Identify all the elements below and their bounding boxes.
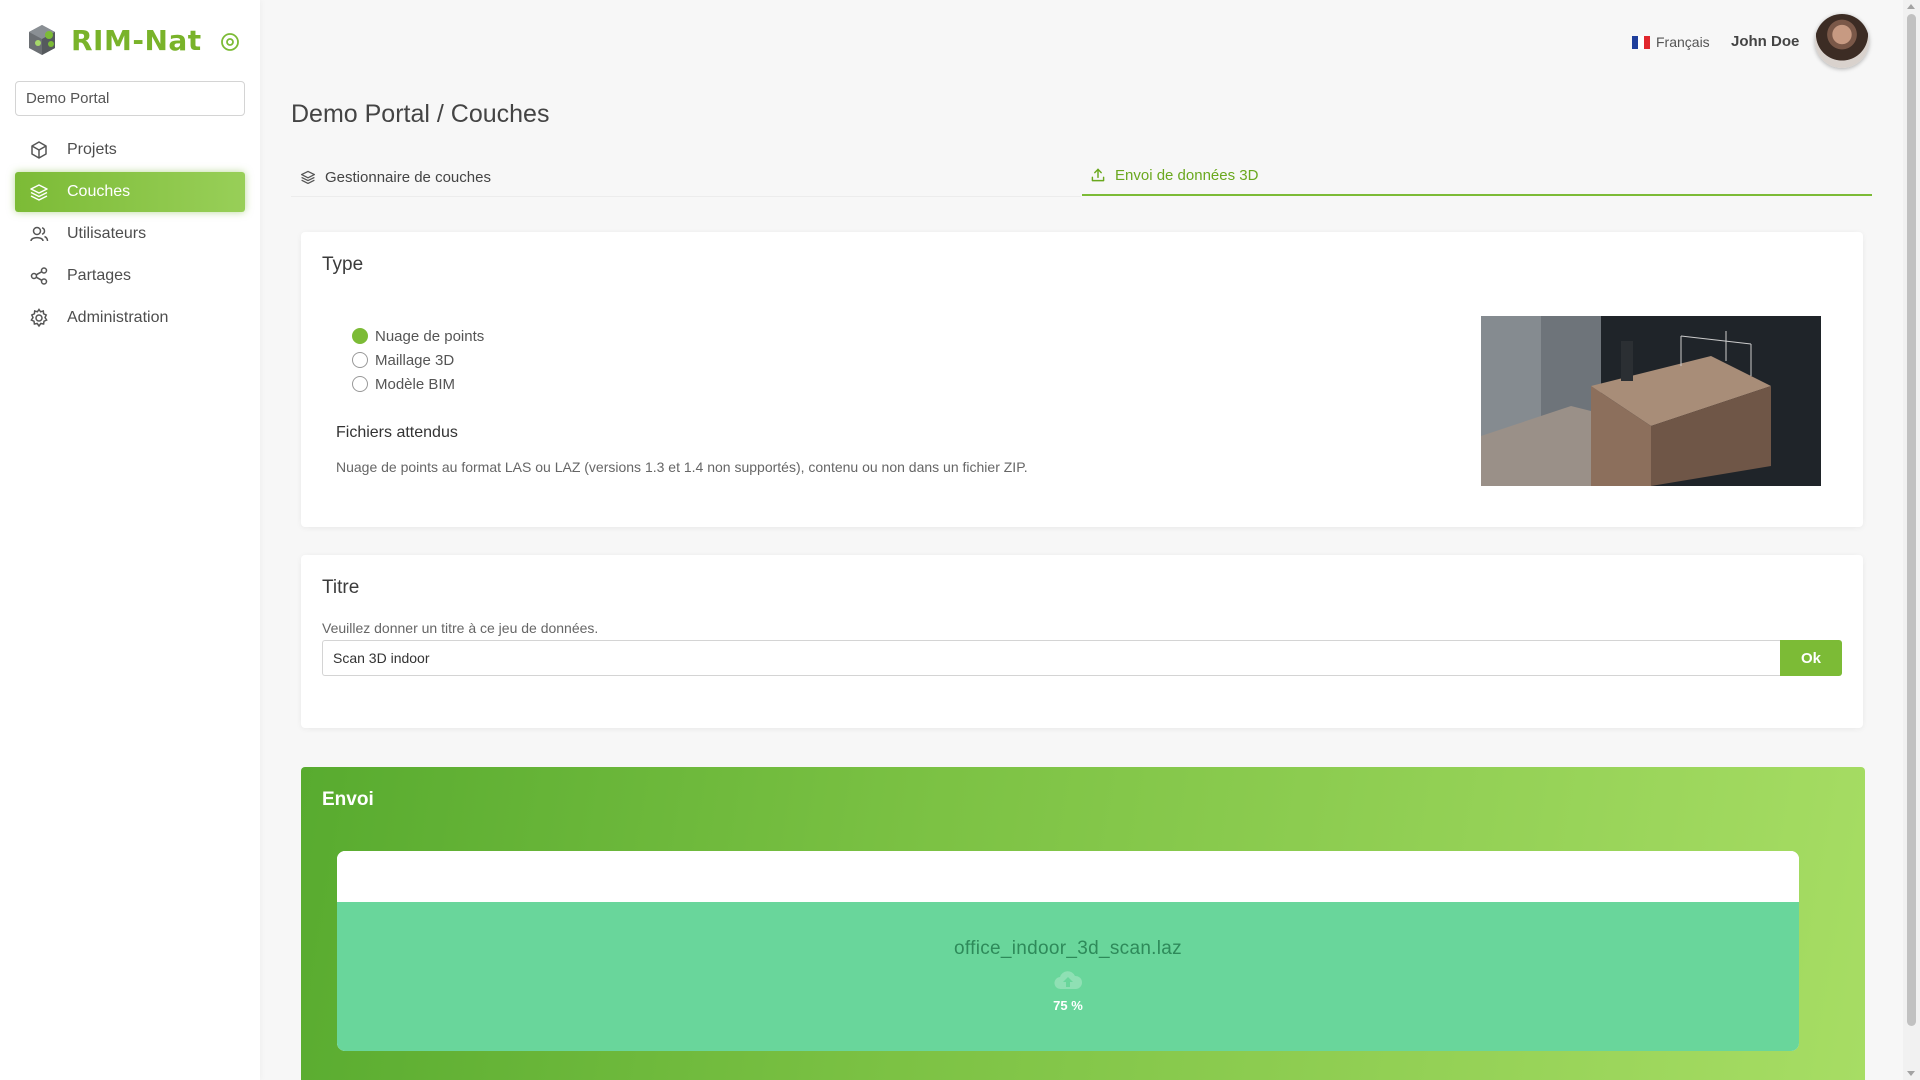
logo-icon bbox=[29, 25, 55, 55]
drop-zone-header bbox=[337, 851, 1799, 902]
sidebar-item-utilisateurs[interactable]: Utilisateurs bbox=[15, 214, 245, 254]
users-icon bbox=[30, 226, 49, 242]
settings-toggle-icon[interactable] bbox=[220, 32, 240, 52]
user-name[interactable]: John Doe bbox=[1731, 33, 1799, 50]
radio-label: Maillage 3D bbox=[375, 351, 455, 369]
layers-icon bbox=[300, 170, 316, 185]
radio-dot bbox=[352, 352, 368, 368]
radio-label: Modèle BIM bbox=[375, 375, 456, 393]
language-label: Français bbox=[1656, 34, 1710, 50]
sidebar-item-label: Projets bbox=[67, 141, 117, 158]
tab-gestionnaire-de-couches[interactable]: Gestionnaire de couches bbox=[300, 158, 491, 196]
cloud-upload-icon bbox=[1054, 971, 1083, 990]
upload-icon bbox=[1091, 168, 1105, 182]
dataset-title-input[interactable]: Scan 3D indoor bbox=[322, 640, 1780, 676]
brand-name: RIM-Nat bbox=[71, 23, 202, 57]
page-title: Demo Portal / Couches bbox=[291, 100, 550, 128]
sidebar-item-label: Couches bbox=[67, 183, 131, 200]
scroll-down-arrow-icon[interactable] bbox=[1907, 1071, 1915, 1076]
sidebar: RIM-Nat Demo Portal Projets Couches Util… bbox=[0, 0, 260, 1080]
scrollbar-thumb[interactable] bbox=[1907, 14, 1916, 1026]
sidebar-item-partages[interactable]: Partages bbox=[15, 256, 245, 296]
tab-label: Envoi de données 3D bbox=[1115, 166, 1259, 184]
radio-dot bbox=[352, 328, 368, 344]
tab-label: Gestionnaire de couches bbox=[325, 168, 491, 186]
sidebar-item-label: Partages bbox=[67, 267, 132, 284]
gear-icon bbox=[30, 308, 48, 328]
point-cloud-preview-image bbox=[1481, 316, 1821, 486]
sidebar-item-couches[interactable]: Couches bbox=[15, 172, 245, 212]
page-scrollbar[interactable] bbox=[1903, 0, 1920, 1080]
radio-maillage-3d[interactable]: Maillage 3D bbox=[352, 348, 484, 372]
sidebar-nav: Projets Couches Utilisateurs Partages Ad… bbox=[15, 130, 245, 340]
upload-card-title: Envoi bbox=[322, 789, 374, 810]
language-selector[interactable]: Français bbox=[1632, 34, 1710, 50]
upload-file-name: office_indoor_3d_scan.laz bbox=[954, 938, 1182, 959]
type-card: Type Nuage de points Maillage 3D Modèle … bbox=[301, 232, 1863, 527]
type-card-title: Type bbox=[322, 254, 364, 275]
sidebar-item-administration[interactable]: Administration bbox=[15, 298, 245, 338]
upload-card: Envoi office_indoor_3d_scan.laz 75 % bbox=[301, 767, 1865, 1080]
ok-button[interactable]: Ok bbox=[1780, 640, 1842, 676]
upload-progress-label: 75 % bbox=[1053, 998, 1083, 1013]
radio-dot bbox=[352, 376, 368, 392]
tabs: Gestionnaire de couches Envoi de données… bbox=[291, 156, 1872, 197]
sidebar-item-label: Administration bbox=[67, 309, 169, 326]
radio-label: Nuage de points bbox=[375, 327, 485, 345]
radio-modele-bim[interactable]: Modèle BIM bbox=[352, 372, 484, 396]
sidebar-item-projets[interactable]: Projets bbox=[15, 130, 245, 170]
expected-files-description: Nuage de points au format LAS ou LAZ (ve… bbox=[336, 459, 1028, 475]
title-hint: Veuillez donner un titre à ce jeu de don… bbox=[322, 620, 599, 636]
brand[interactable]: RIM-Nat bbox=[27, 22, 202, 58]
tabs-divider bbox=[291, 196, 1081, 197]
radio-nuage-de-points[interactable]: Nuage de points bbox=[352, 324, 484, 348]
sidebar-item-label: Utilisateurs bbox=[67, 225, 147, 242]
cube-icon bbox=[31, 141, 47, 159]
expected-files-title: Fichiers attendus bbox=[336, 424, 458, 441]
tab-envoi-de-donnees-3d[interactable]: Envoi de données 3D bbox=[1082, 156, 1872, 196]
scroll-up-arrow-icon[interactable] bbox=[1907, 4, 1915, 9]
type-radio-group: Nuage de points Maillage 3D Modèle BIM bbox=[352, 324, 484, 396]
upload-drop-zone[interactable]: office_indoor_3d_scan.laz 75 % bbox=[337, 851, 1799, 1051]
title-card: Titre Veuillez donner un titre à ce jeu … bbox=[301, 555, 1863, 728]
share-icon bbox=[30, 267, 48, 285]
portal-select[interactable]: Demo Portal bbox=[15, 81, 245, 116]
layers-icon bbox=[30, 184, 48, 201]
title-card-title: Titre bbox=[322, 577, 360, 598]
avatar[interactable] bbox=[1815, 14, 1869, 68]
french-flag-icon bbox=[1632, 35, 1650, 49]
